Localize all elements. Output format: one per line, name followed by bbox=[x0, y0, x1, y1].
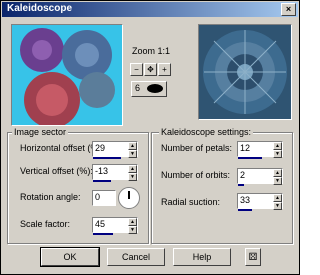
orbits-spinner[interactable]: ▲ ▼ bbox=[273, 169, 282, 185]
radial-suction-slider[interactable] bbox=[238, 209, 252, 211]
kaleidoscope-dialog: Kaleidoscope × Zoom 1:1 − ✥ + 6 Image se… bbox=[0, 0, 300, 275]
petals-label: Number of petals: bbox=[161, 143, 233, 153]
result-preview bbox=[198, 24, 292, 120]
vertical-offset-slider[interactable] bbox=[93, 180, 111, 182]
orbits-field[interactable]: 2 ▲ ▼ bbox=[237, 168, 283, 186]
scale-factor-field[interactable]: 45 ▲ ▼ bbox=[92, 217, 138, 235]
radial-suction-spinner[interactable]: ▲ ▼ bbox=[273, 194, 282, 210]
rotation-angle-label: Rotation angle: bbox=[20, 192, 81, 202]
radial-suction-label: Radial suction: bbox=[161, 197, 221, 207]
roses-image bbox=[12, 25, 122, 125]
petals-slider[interactable] bbox=[238, 157, 262, 159]
scale-factor-label: Scale factor: bbox=[20, 219, 71, 229]
eye-icon bbox=[147, 84, 163, 93]
vertical-offset-label: Vertical offset (%): bbox=[20, 166, 93, 176]
dice-icon: ⚄ bbox=[248, 252, 258, 263]
radial-suction-field[interactable]: 33 ▲ ▼ bbox=[237, 193, 283, 211]
preview-toggle-button[interactable]: 6 bbox=[131, 81, 167, 97]
vertical-offset-spinner[interactable]: ▲ ▼ bbox=[128, 165, 137, 181]
zoom-out-button[interactable]: − bbox=[130, 63, 143, 76]
horizontal-offset-slider[interactable] bbox=[93, 157, 121, 159]
kaleidoscope-settings-label: Kaleidoscope settings: bbox=[159, 127, 254, 137]
pan-button[interactable]: ✥ bbox=[144, 63, 157, 76]
source-preview bbox=[11, 24, 123, 126]
image-sector-label: Image sector bbox=[12, 127, 69, 137]
scale-factor-slider[interactable] bbox=[93, 233, 113, 235]
zoom-in-button[interactable]: + bbox=[158, 63, 171, 76]
petals-spinner[interactable]: ▲ ▼ bbox=[273, 142, 282, 158]
cancel-button[interactable]: Cancel bbox=[107, 248, 165, 266]
rotation-dial[interactable] bbox=[118, 187, 140, 209]
orbits-label: Number of orbits: bbox=[161, 170, 231, 180]
vertical-offset-field[interactable]: -13 ▲ ▼ bbox=[92, 164, 138, 182]
title-bar[interactable]: Kaleidoscope × bbox=[2, 2, 298, 17]
close-button[interactable]: × bbox=[281, 3, 296, 16]
randomize-button[interactable]: ⚄ bbox=[245, 248, 261, 266]
six-label: 6 bbox=[135, 83, 141, 93]
scale-factor-spinner[interactable]: ▲ ▼ bbox=[128, 218, 137, 234]
horizontal-offset-spinner[interactable]: ▲ ▼ bbox=[128, 142, 137, 158]
kaleidoscope-image bbox=[199, 25, 291, 119]
horizontal-offset-field[interactable]: 29 ▲ ▼ bbox=[92, 141, 138, 159]
ok-button[interactable]: OK bbox=[40, 247, 100, 267]
help-button[interactable]: Help bbox=[173, 248, 231, 266]
rotation-angle-field[interactable]: 0 bbox=[92, 190, 116, 206]
window-title: Kaleidoscope bbox=[7, 3, 73, 14]
orbits-slider[interactable] bbox=[238, 184, 244, 186]
zoom-label: Zoom 1:1 bbox=[131, 46, 171, 56]
petals-field[interactable]: 12 ▲ ▼ bbox=[237, 141, 283, 159]
